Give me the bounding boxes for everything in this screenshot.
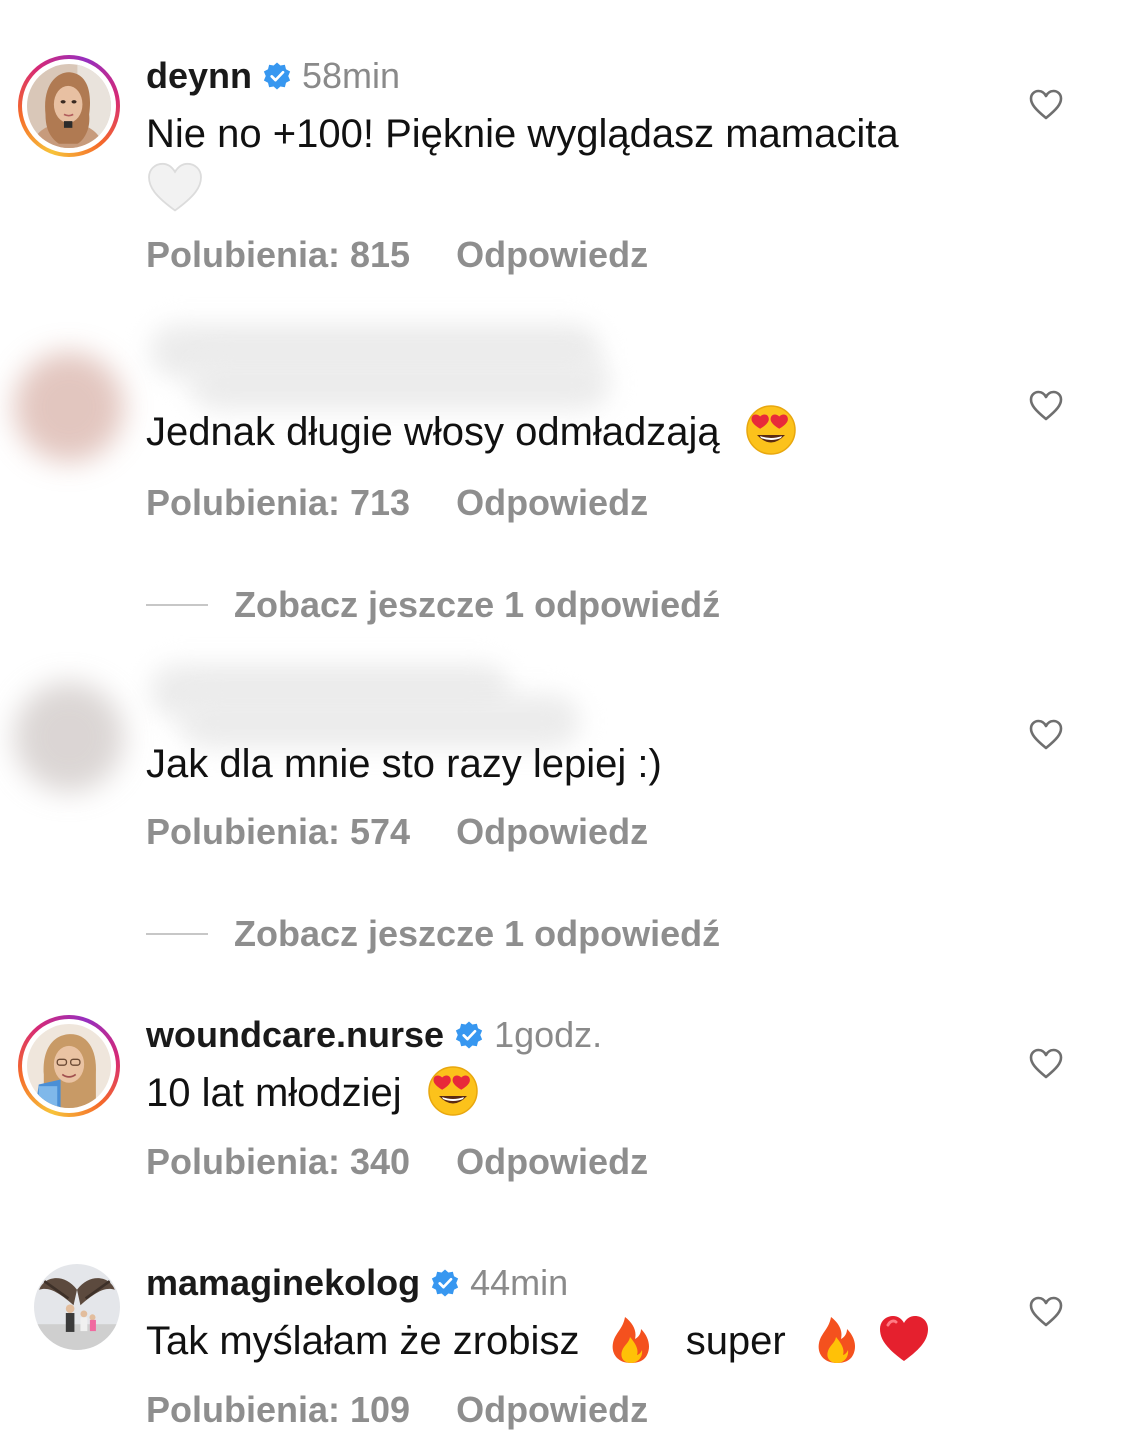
view-replies-button[interactable]: Zobacz jeszcze 1 odpowiedź (146, 584, 720, 626)
likes-count[interactable]: Polubienia: 109 (146, 1389, 410, 1431)
comment-text: Tak myślałam że zrobisz super (146, 1313, 1006, 1369)
red-heart-emoji-icon (880, 1316, 928, 1362)
reply-button[interactable]: Odpowiedz (456, 482, 648, 524)
avatar[interactable] (34, 1264, 120, 1350)
username-redacted-trail (190, 356, 610, 410)
likes-count[interactable]: Polubienia: 574 (146, 811, 410, 853)
like-heart-icon[interactable] (1029, 1048, 1063, 1080)
comment-meta: Polubienia: 340 Odpowiedz (146, 1141, 648, 1183)
comment-text-content: Tak myślałam że zrobisz (146, 1319, 580, 1363)
view-replies-button[interactable]: Zobacz jeszcze 1 odpowiedź (146, 913, 720, 955)
username[interactable]: mamaginekolog (146, 1262, 420, 1304)
reply-button[interactable]: Odpowiedz (456, 234, 648, 276)
comment-meta: Polubienia: 574 Odpowiedz (146, 811, 648, 853)
avatar[interactable] (14, 682, 124, 792)
comment-meta: Polubienia: 713 Odpowiedz (146, 482, 648, 524)
fire-emoji-icon (818, 1317, 855, 1364)
avatar-photo (27, 1024, 111, 1108)
like-heart-icon[interactable] (1029, 390, 1063, 422)
avatar-photo (27, 64, 111, 148)
reply-button[interactable]: Odpowiedz (456, 1389, 648, 1431)
comment-text-content: Nie no +100! Pięknie wyglądasz mamacita (146, 112, 899, 156)
comment-text-content: Jednak długie włosy odmładzają (146, 410, 720, 454)
comment-text: Jednak długie włosy odmładzają (146, 404, 1006, 460)
likes-count[interactable]: Polubienia: 713 (146, 482, 410, 524)
username[interactable]: woundcare.nurse (146, 1014, 444, 1056)
comment-time: 1godz. (494, 1014, 603, 1055)
avatar[interactable] (14, 352, 124, 462)
verified-badge-icon (431, 1269, 459, 1297)
comment-time: 44min (470, 1262, 569, 1303)
comment-text-content: 10 lat młodziej (146, 1071, 402, 1115)
reply-button[interactable]: Odpowiedz (456, 1141, 648, 1183)
comment-text-content-2: super (685, 1319, 786, 1363)
verified-badge-icon (263, 62, 291, 90)
comment-meta: Polubienia: 815 Odpowiedz (146, 234, 648, 276)
verified-badge-icon (455, 1021, 483, 1049)
comment-text: Jak dla mnie sto razy lepiej :) (146, 736, 1006, 792)
avatar[interactable] (18, 55, 120, 157)
view-replies-label: Zobacz jeszcze 1 odpowiedź (234, 913, 721, 954)
comment-text-content: Jak dla mnie sto razy lepiej :) (146, 742, 662, 786)
avatar-photo (34, 1264, 120, 1350)
comment-meta: Polubienia: 109 Odpowiedz (146, 1389, 648, 1431)
username[interactable]: deynn (146, 55, 252, 97)
fire-emoji-icon (612, 1317, 649, 1364)
comment-text: Nie no +100! Pięknie wyglądasz mamacita (146, 106, 1006, 214)
like-heart-icon[interactable] (1029, 89, 1063, 121)
white-heart-emoji-icon (148, 162, 202, 212)
comment-text: 10 lat młodziej (146, 1065, 1006, 1121)
reply-button[interactable]: Odpowiedz (456, 811, 648, 853)
heart-eyes-emoji-icon (428, 1066, 478, 1117)
likes-count[interactable]: Polubienia: 340 (146, 1141, 410, 1183)
avatar[interactable] (18, 1015, 120, 1117)
likes-count[interactable]: Polubienia: 815 (146, 234, 410, 276)
heart-eyes-emoji-icon (746, 405, 796, 456)
like-heart-icon[interactable] (1029, 1296, 1063, 1328)
replies-divider (146, 933, 208, 935)
like-heart-icon[interactable] (1029, 719, 1063, 751)
view-replies-label: Zobacz jeszcze 1 odpowiedź (234, 584, 721, 625)
comment-time: 58min (302, 55, 401, 96)
replies-divider (146, 604, 208, 606)
